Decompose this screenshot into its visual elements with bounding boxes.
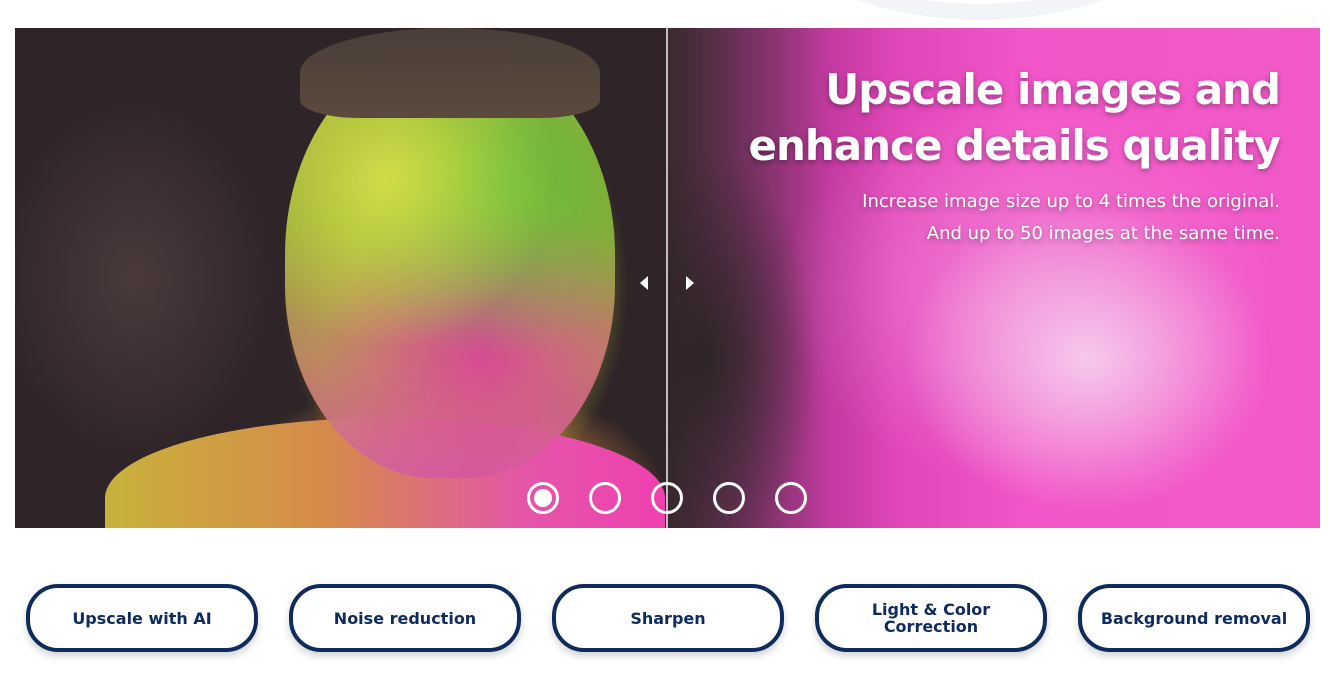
hero-subtitle-line-1: Increase image size up to 4 times the or…	[862, 191, 1280, 212]
light-color-correction-button[interactable]: Light & Color Correction	[815, 584, 1047, 652]
page: Upscale images and enhance details quali…	[0, 0, 1330, 692]
feature-button-label: Background removal	[1100, 608, 1288, 628]
slider-dot-5[interactable]	[775, 482, 807, 514]
sharpen-button[interactable]: Sharpen	[552, 584, 784, 652]
triangle-right-icon[interactable]	[683, 276, 697, 290]
hero-subtitle-line-2: And up to 50 images at the same time.	[926, 223, 1280, 244]
background-removal-button[interactable]: Background removal	[1078, 584, 1310, 652]
hero-image-comparison-slider[interactable]: Upscale images and enhance details quali…	[15, 28, 1320, 528]
hero-text-block: Upscale images and enhance details quali…	[660, 62, 1281, 250]
feature-buttons-row: Upscale with AI Noise reduction Sharpen …	[26, 584, 1310, 652]
hero-subtitle: Increase image size up to 4 times the or…	[660, 186, 1280, 250]
feature-button-label: Sharpen	[630, 608, 706, 628]
feature-button-label: Noise reduction	[333, 608, 477, 628]
feature-button-label: Light & Color Correction	[871, 600, 991, 636]
slider-dot-4[interactable]	[713, 482, 745, 514]
upscale-with-ai-button[interactable]: Upscale with AI	[26, 584, 258, 652]
slider-pagination	[527, 482, 807, 514]
hero-image-hair	[300, 28, 600, 118]
noise-reduction-button[interactable]: Noise reduction	[289, 584, 521, 652]
feature-button-label: Upscale with AI	[72, 608, 212, 628]
decorative-arc	[700, 0, 1260, 20]
slider-dot-3[interactable]	[651, 482, 683, 514]
slider-dot-2[interactable]	[589, 482, 621, 514]
slider-dot-1[interactable]	[527, 482, 559, 514]
triangle-left-icon[interactable]	[637, 276, 651, 290]
hero-title: Upscale images and enhance details quali…	[748, 65, 1281, 170]
hero-before-image	[15, 28, 667, 528]
